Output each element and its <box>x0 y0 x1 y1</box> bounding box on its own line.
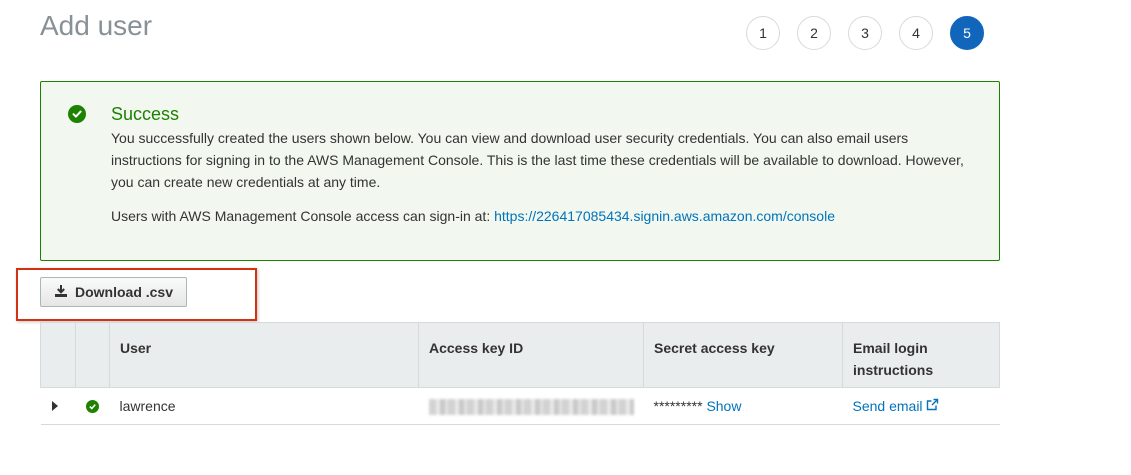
check-circle-icon <box>85 400 99 413</box>
download-label: Download .csv <box>74 284 174 300</box>
col-secret-access-key: Secret access key <box>643 322 843 388</box>
col-user: User <box>109 322 419 388</box>
secret-mask: ********* <box>653 398 703 414</box>
col-email-login-instructions: Email login instructions <box>842 322 1000 388</box>
page-title: Add user <box>40 10 153 41</box>
status-cell <box>75 387 110 425</box>
send-email-link[interactable]: Send email <box>853 398 940 414</box>
access-key-cell <box>418 387 644 425</box>
step-1[interactable]: 1 <box>746 16 780 50</box>
alert-title: Success <box>111 104 180 124</box>
download-icon <box>54 284 68 301</box>
redacted-access-key <box>428 398 634 415</box>
step-2[interactable]: 2 <box>797 16 831 50</box>
step-4[interactable]: 4 <box>899 16 933 50</box>
user-cell: lawrence <box>109 387 419 425</box>
step-3[interactable]: 3 <box>848 16 882 50</box>
show-secret-link[interactable]: Show <box>706 398 741 414</box>
send-email-label: Send email <box>852 398 923 414</box>
caret-right-icon[interactable] <box>51 398 59 414</box>
step-5[interactable]: 5 <box>950 16 984 50</box>
alert-message: You successfully created the users shown… <box>111 130 964 190</box>
signin-info: Users with AWS Management Console access… <box>111 205 835 227</box>
col-access-key-id: Access key ID <box>418 322 644 388</box>
status-column-header <box>75 322 110 388</box>
expand-column-header <box>40 322 76 388</box>
external-link-icon <box>926 398 939 414</box>
table-row: lawrence ********* Show Send email <box>40 387 1000 425</box>
wizard-steps: 1 2 3 4 5 <box>746 16 984 50</box>
success-alert: Success You successfully created the use… <box>40 81 1000 261</box>
email-cell: Send email <box>842 387 1000 425</box>
secret-key-cell: ********* Show <box>643 387 843 425</box>
expand-cell[interactable] <box>40 387 76 425</box>
users-table: User Access key ID Secret access key Ema… <box>40 322 1000 425</box>
download-csv-button[interactable]: Download .csv <box>40 277 187 307</box>
signin-prefix: Users with AWS Management Console access… <box>111 208 495 224</box>
console-signin-link[interactable]: https://226417085434.signin.aws.amazon.c… <box>494 208 835 224</box>
check-circle-icon <box>68 105 86 123</box>
